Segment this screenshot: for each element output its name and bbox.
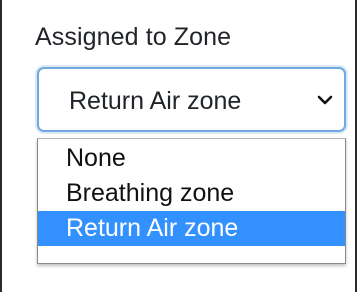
option-return-air-zone[interactable]: Return Air zone xyxy=(38,211,345,246)
zone-field-label: Assigned to Zone xyxy=(35,23,232,51)
chevron-down-icon xyxy=(317,92,333,108)
form-panel: Assigned to Zone Return Air zone None Br… xyxy=(0,0,357,292)
zone-select-value: Return Air zone xyxy=(69,87,242,115)
zone-select[interactable]: Return Air zone xyxy=(37,67,346,132)
zone-dropdown-list: None Breathing zone Return Air zone xyxy=(37,138,346,264)
option-breathing-zone[interactable]: Breathing zone xyxy=(38,176,345,211)
option-none[interactable]: None xyxy=(38,141,345,176)
